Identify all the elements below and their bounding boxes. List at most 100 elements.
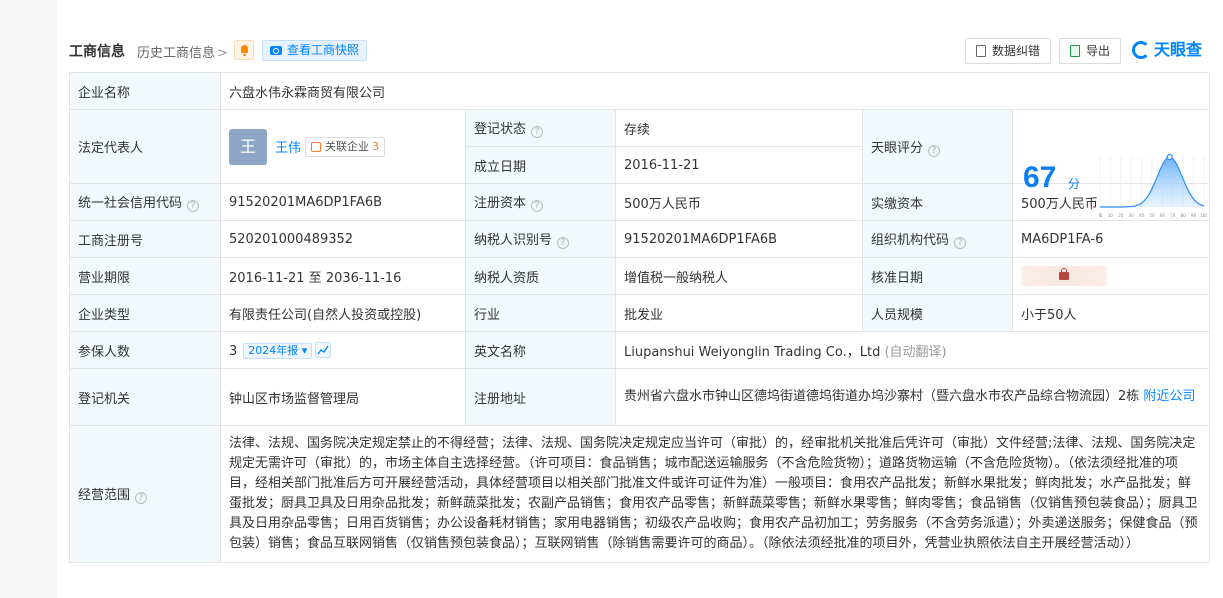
industry-value: 批发业	[615, 294, 863, 332]
axis-tick-label: 90	[1191, 213, 1197, 218]
help-icon[interactable]: ?	[187, 200, 200, 212]
lock-icon	[1059, 268, 1069, 280]
paid-capital-label: 实缴资本	[862, 183, 1013, 221]
left-gutter	[0, 0, 57, 598]
help-icon[interactable]: ?	[531, 126, 544, 138]
annual-report-tag[interactable]: 2024年报 ▾	[243, 342, 313, 359]
insured-label: 参保人数	[69, 331, 221, 369]
established-value: 2016-11-21	[615, 146, 863, 184]
correction-label: 数据纠错	[992, 44, 1041, 58]
approval-date-cell	[1011, 257, 1211, 295]
reg-capital-label: 注册资本	[474, 196, 527, 211]
chevron-down-icon: ▾	[301, 343, 308, 357]
company-type-value: 有限责任公司(自然人投资或控股)	[220, 294, 466, 332]
company-name-value: 六盘水伟永霖商贸有限公司	[219, 72, 1211, 110]
authority-label: 登记机关	[69, 368, 221, 426]
correction-button[interactable]: 数据纠错	[965, 38, 1052, 64]
bell-icon[interactable]	[234, 40, 254, 60]
company-name-label: 企业名称	[69, 72, 221, 110]
axis-tick-label: 1	[1100, 213, 1103, 218]
table-row: 参保人数 3 2024年报 ▾ 英文名称 Liupanshui Weiyongli…	[69, 331, 1211, 369]
industry-label: 行业	[465, 294, 616, 332]
credit-code-value: 91520201MA6DP1FA6B	[220, 183, 466, 221]
auto-translate-note: (自动翻译)	[884, 344, 947, 360]
document-icon	[976, 45, 986, 57]
section-header: 工商信息 历史工商信息 > 查看工商快照 数据纠错 导出 天眼查	[69, 36, 1210, 66]
reg-number-label: 工商注册号	[69, 220, 221, 258]
table-row: 工商注册号 520201000489352 纳税人识别号? 91520201MA…	[69, 220, 1211, 258]
excel-icon	[1070, 45, 1080, 57]
rating-label-cell: 天眼评分?	[862, 109, 1013, 184]
export-label: 导出	[1086, 44, 1111, 58]
axis-tick-label: 60	[1160, 213, 1166, 218]
brand-text: 天眼查	[1154, 40, 1203, 59]
axis-tick-label: 80	[1181, 213, 1187, 218]
business-info-table: 企业名称 六盘水伟永霖商贸有限公司 法定代表人 王王伟 关联企业 3 登记状态? 存…	[69, 72, 1211, 563]
staff-size-value: 小于50人	[1011, 294, 1211, 332]
related-count: 3	[372, 139, 380, 153]
trend-chart-icon[interactable]	[315, 341, 332, 358]
taxpayer-qual-label: 纳税人资质	[465, 257, 616, 295]
camera-icon	[270, 46, 282, 55]
rating-unit: 分	[1068, 176, 1081, 191]
reg-status-label: 登记状态	[474, 122, 527, 137]
annual-report-label: 2024年报	[248, 343, 299, 357]
english-name-value: Liupanshui Weiyonglin Trading Co.，Ltd	[624, 344, 881, 360]
brand-logo[interactable]: 天眼查	[1132, 39, 1202, 61]
section-title: 工商信息	[69, 44, 125, 60]
help-icon[interactable]: ?	[135, 492, 148, 504]
rating-distribution-chart: 01 10 20 30 40 50 60 70 80 90 100	[1099, 153, 1207, 218]
help-icon[interactable]: ?	[928, 144, 941, 157]
locked-value[interactable]	[1021, 266, 1107, 286]
reg-status-label-cell: 登记状态?	[465, 109, 616, 147]
taxpayer-qual-value: 增值税一般纳税人	[615, 257, 863, 295]
approval-date-label: 核准日期	[862, 257, 1013, 295]
nearby-companies-link[interactable]: 附近公司	[1143, 389, 1195, 404]
history-label: 历史工商信息	[137, 46, 216, 61]
axis-tick-label: 40	[1139, 213, 1145, 218]
authority-value: 钟山区市场监督管理局	[220, 368, 466, 426]
table-row: 营业期限 2016-11-21 至 2036-11-16 纳税人资质 增值税一般…	[69, 257, 1211, 295]
related-companies-tag[interactable]: 关联企业 3	[305, 136, 386, 157]
legal-rep-cell: 王王伟 关联企业 3	[220, 109, 466, 184]
english-name-cell: Liupanshui Weiyonglin Trading Co.，Ltd (自…	[614, 331, 1211, 369]
table-row: 企业类型 有限责任公司(自然人投资或控股) 行业 批发业 人员规模 小于50人	[69, 294, 1211, 332]
help-icon[interactable]: ?	[557, 237, 570, 249]
english-name-label: 英文名称	[465, 331, 616, 369]
reg-capital-label-cell: 注册资本?	[465, 183, 616, 221]
table-row: 登记机关 钟山区市场监督管理局 注册地址 贵州省六盘水市钟山区德坞街道德坞街道办…	[69, 368, 1211, 426]
scope-label-cell: 经营范围?	[69, 425, 221, 563]
chevron-right-icon: >	[217, 46, 228, 61]
insured-cell: 3 2024年报 ▾	[220, 331, 466, 369]
credit-code-label-cell: 统一社会信用代码?	[69, 183, 221, 221]
rating-label: 天眼评分	[871, 140, 924, 156]
address-value: 贵州省六盘水市钟山区德坞街道德坞街道办坞沙寨村（暨六盘水市农产品综合物流园）2栋	[624, 389, 1140, 404]
help-icon[interactable]: ?	[954, 237, 967, 249]
reg-capital-value: 500万人民币	[615, 183, 863, 221]
help-icon[interactable]: ?	[531, 200, 544, 212]
history-link[interactable]: 历史工商信息 >	[137, 42, 228, 61]
reg-number-value: 520201000489352	[220, 220, 466, 258]
export-button[interactable]: 导出	[1059, 38, 1122, 64]
legal-rep-name[interactable]: 王伟	[275, 141, 301, 156]
org-code-label: 组织机构代码	[871, 233, 950, 248]
address-label: 注册地址	[465, 368, 616, 426]
scope-label: 经营范围	[78, 488, 131, 503]
related-label: 关联企业	[325, 139, 370, 153]
scope-value: 法律、法规、国务院决定规定禁止的不得经营；法律、法规、国务院决定规定应当许可（审…	[219, 425, 1211, 563]
axis-tick-label: 70	[1170, 213, 1176, 218]
snapshot-button[interactable]: 查看工商快照	[262, 40, 368, 61]
axis-tick-label: 30	[1129, 213, 1135, 218]
avatar[interactable]: 王	[229, 128, 267, 165]
credit-code-label: 统一社会信用代码	[78, 196, 183, 211]
related-company-icon	[311, 141, 322, 152]
axis-tick-label: 100	[1200, 213, 1207, 218]
legal-rep-label: 法定代表人	[69, 109, 221, 184]
axis-tick-label: 10	[1108, 213, 1114, 218]
taxpayer-id-value: 91520201MA6DP1FA6B	[615, 220, 863, 258]
reg-status-value: 存续	[615, 109, 863, 147]
rating-cell[interactable]: 67 分 0 1 10 20 30 40 50 60 70 80 90 100	[1011, 109, 1211, 218]
tianyancha-logo-icon	[1132, 41, 1150, 59]
taxpayer-id-label-cell: 纳税人识别号?	[465, 220, 616, 258]
term-label: 营业期限	[69, 257, 221, 295]
